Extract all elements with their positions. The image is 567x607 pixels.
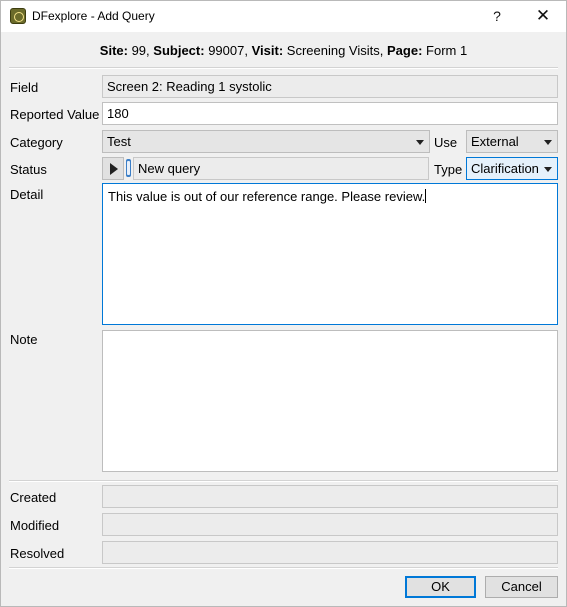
reported-value-field[interactable]: 180	[102, 102, 558, 125]
type-label: Type	[434, 162, 463, 177]
text-caret	[425, 189, 427, 203]
field-label: Field	[10, 80, 39, 95]
subject-value: 99007,	[208, 43, 248, 58]
category-select[interactable]: Test	[102, 130, 430, 153]
subject-label: Subject:	[153, 43, 205, 58]
type-value: Clarification	[471, 161, 539, 176]
resolved-value	[102, 541, 558, 564]
page-value: Form 1	[426, 43, 468, 58]
site-label: Site:	[99, 43, 128, 58]
divider	[9, 480, 558, 482]
divider	[9, 67, 558, 69]
category-value: Test	[107, 134, 131, 149]
record-context: Site: 99, Subject: 99007, Visit: Screeni…	[1, 43, 566, 58]
status-label: Status	[10, 162, 47, 177]
title-bar[interactable]: DFexplore - Add Query ? ✕	[1, 1, 566, 32]
use-select[interactable]: External	[466, 130, 558, 153]
resolved-label: Resolved	[10, 546, 65, 561]
chevron-down-icon	[544, 167, 552, 172]
ok-button[interactable]: OK	[405, 576, 476, 598]
cancel-button[interactable]: Cancel	[485, 576, 558, 598]
modified-value	[102, 513, 558, 536]
modified-label: Modified	[10, 518, 60, 533]
dfexplore-app-icon	[10, 8, 26, 24]
status-value: New query	[133, 157, 429, 180]
detail-text: This value is out of our reference range…	[108, 189, 426, 204]
category-label: Category	[10, 135, 63, 150]
reported-value-label: Reported Value	[10, 107, 100, 122]
play-icon[interactable]	[102, 157, 124, 180]
divider	[9, 567, 558, 569]
note-textarea[interactable]	[102, 330, 558, 472]
type-select[interactable]: Clarification	[466, 157, 558, 180]
use-label: Use	[434, 135, 458, 150]
use-value: External	[471, 134, 519, 149]
close-button[interactable]: ✕	[530, 4, 556, 28]
status-color-indicator	[126, 159, 131, 177]
site-value: 99,	[131, 43, 150, 58]
visit-value: Screening Visits,	[286, 43, 384, 58]
created-label: Created	[10, 490, 57, 505]
add-query-dialog: DFexplore - Add Query ? ✕ Site: 99, Subj…	[0, 0, 567, 607]
window-title: DFexplore - Add Query	[32, 9, 155, 23]
field-value: Screen 2: Reading 1 systolic	[102, 75, 558, 98]
chevron-down-icon	[544, 140, 552, 145]
note-label: Note	[10, 332, 38, 347]
detail-label: Detail	[10, 187, 44, 202]
visit-label: Visit:	[251, 43, 284, 58]
chevron-down-icon	[416, 140, 424, 145]
help-button[interactable]: ?	[484, 4, 510, 28]
created-value	[102, 485, 558, 508]
page-label: Page:	[387, 43, 423, 58]
detail-textarea[interactable]: This value is out of our reference range…	[102, 183, 558, 325]
